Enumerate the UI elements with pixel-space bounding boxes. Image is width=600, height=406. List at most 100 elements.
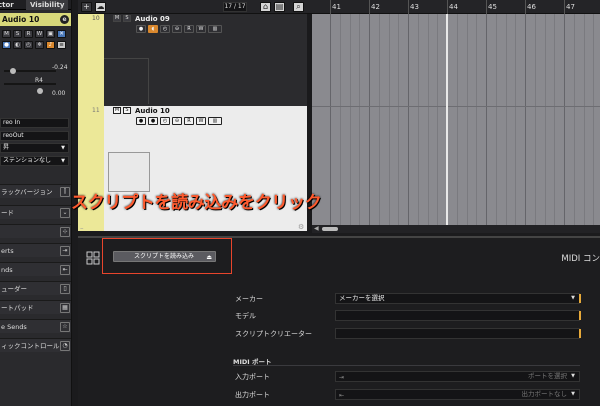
write-button[interactable]: W bbox=[196, 25, 206, 33]
track-separator bbox=[312, 106, 600, 107]
track-number: 11 bbox=[92, 107, 100, 114]
input-routing[interactable]: reo In bbox=[0, 118, 69, 128]
grid-line bbox=[496, 14, 497, 225]
timeline-ruler[interactable]: 41 42 43 44 45 46 47 bbox=[312, 0, 600, 14]
section-label: ード bbox=[1, 209, 14, 217]
section-quick-controls[interactable]: ィックコントロール ◔ bbox=[0, 338, 71, 352]
edit-instrument-button[interactable]: e bbox=[60, 15, 69, 24]
extension-select[interactable]: ステンションなし ▼ bbox=[0, 156, 69, 166]
volume-knob[interactable] bbox=[10, 68, 16, 74]
model-field[interactable] bbox=[335, 310, 581, 321]
write-button[interactable]: W bbox=[35, 30, 44, 38]
home-icon[interactable]: ⌂ bbox=[260, 2, 271, 12]
delay-knob[interactable] bbox=[37, 88, 43, 94]
track-name[interactable]: Audio 10 bbox=[135, 107, 170, 115]
lanes-icon[interactable]: ⊖ bbox=[172, 117, 182, 125]
monitor-icon[interactable]: ● bbox=[148, 117, 158, 125]
read-button[interactable]: R bbox=[184, 25, 194, 33]
mute-button[interactable]: M bbox=[113, 15, 121, 22]
ruler-tick bbox=[369, 0, 370, 14]
section-fader[interactable]: ューダー ▯ bbox=[0, 281, 71, 295]
project-cursor[interactable] bbox=[446, 14, 448, 225]
chevron-left-icon[interactable]: ◀ bbox=[314, 225, 319, 232]
minus-icon[interactable]: – bbox=[80, 224, 84, 232]
monitor-icon[interactable]: ◖ bbox=[148, 25, 158, 33]
solo-button[interactable]: S bbox=[13, 30, 22, 38]
record-enable-icon[interactable]: ● bbox=[136, 25, 146, 33]
bypass-icon[interactable]: ▣ bbox=[46, 30, 55, 38]
ruler-bar-label: 47 bbox=[566, 3, 575, 11]
record-enable-icon[interactable]: ● bbox=[136, 117, 146, 125]
field-marker bbox=[579, 329, 581, 338]
field-label: メーカー bbox=[235, 295, 263, 303]
track-name[interactable]: Audio 09 bbox=[135, 15, 170, 23]
read-button[interactable]: R bbox=[184, 117, 194, 125]
grid-line bbox=[574, 14, 575, 225]
ruler-bar-label: 42 bbox=[371, 3, 380, 11]
lanes-icon[interactable]: ≡ bbox=[57, 41, 66, 49]
grid-line bbox=[379, 14, 380, 225]
scrollbar-thumb[interactable] bbox=[322, 227, 338, 231]
output-port-select[interactable]: ⇤ 出力ポートなし ▼ bbox=[335, 389, 580, 400]
instruction-annotation: スクリプトを読み込みをクリック bbox=[71, 193, 322, 213]
close-icon[interactable]: ✕ bbox=[57, 30, 66, 38]
section-label: ィックコントロール bbox=[1, 342, 60, 350]
search-icon[interactable]: ⌕ bbox=[293, 2, 304, 12]
read-button[interactable]: R bbox=[24, 30, 33, 38]
add-track-button[interactable]: + bbox=[81, 2, 92, 12]
load-script-button[interactable]: スクリプトを読み込み ⏏ bbox=[113, 251, 216, 262]
chevron-down-icon: ▼ bbox=[571, 391, 575, 397]
mute-button[interactable]: M bbox=[2, 30, 11, 38]
section-track-versions[interactable]: ラックバージョン ⫿ bbox=[0, 184, 71, 198]
output-routing[interactable]: reoOut bbox=[0, 131, 69, 141]
grid-line bbox=[545, 14, 546, 225]
monitor-icon[interactable]: ◐ bbox=[13, 41, 22, 49]
horizontal-scrollbar[interactable] bbox=[312, 225, 600, 233]
section-cue-sends[interactable]: e Sends ☆ bbox=[0, 319, 71, 333]
timebase-icon[interactable]: ◴ bbox=[160, 25, 170, 33]
edit-channel-icon[interactable]: ▥ bbox=[208, 25, 222, 33]
edit-channel-icon[interactable]: ▥ bbox=[208, 117, 222, 125]
inspector-track-name[interactable]: Audio 10 e bbox=[0, 13, 71, 26]
section-chords[interactable]: ード ⌄ bbox=[0, 205, 71, 219]
record-enable-icon[interactable]: ● bbox=[2, 41, 11, 49]
mute-button[interactable]: M bbox=[113, 107, 121, 114]
section-sends[interactable]: nds ⇤ bbox=[0, 262, 71, 276]
script-creator-field[interactable] bbox=[335, 328, 581, 339]
pan-slider[interactable] bbox=[4, 83, 56, 85]
pitch-mode-value: 昇 bbox=[3, 144, 10, 151]
solo-button[interactable]: S bbox=[123, 15, 131, 22]
lock-icon[interactable]: ♪ bbox=[46, 41, 55, 49]
solo-button[interactable]: S bbox=[123, 107, 131, 114]
lanes-icon[interactable]: ⊖ bbox=[172, 25, 182, 33]
section-note-pad[interactable]: ートパッド ▦ bbox=[0, 300, 71, 314]
arrange-grid[interactable] bbox=[312, 14, 600, 225]
pitch-mode-select[interactable]: 昇 ▼ bbox=[0, 143, 69, 153]
grid-view-icon[interactable]: ▤ bbox=[274, 2, 285, 12]
section-inserts[interactable]: erts ⇥ bbox=[0, 243, 71, 257]
upload-icon: ⏏ bbox=[206, 254, 212, 261]
sends-icon: ⇤ bbox=[60, 265, 70, 275]
section-label: ューダー bbox=[1, 285, 27, 293]
input-port-select[interactable]: ⇥ ポートを選択 ▼ bbox=[335, 371, 580, 382]
grid-line bbox=[525, 14, 526, 225]
section-extra[interactable]: ⊹ bbox=[0, 224, 71, 238]
freeze-icon[interactable]: ❄ bbox=[35, 41, 44, 49]
grid-icon[interactable] bbox=[86, 251, 100, 265]
grid-line bbox=[584, 14, 585, 225]
delay-value: 0.00 bbox=[52, 90, 66, 97]
manufacturer-select[interactable]: メーカーを選択 ▼ bbox=[335, 293, 581, 304]
timebase-icon[interactable]: ◴ bbox=[160, 117, 170, 125]
track-row[interactable]: 10 M S Audio 09 ● ◖ ◴ ⊖ R W ▥ bbox=[78, 14, 307, 106]
timebase-icon[interactable]: ◴ bbox=[24, 41, 33, 49]
tab-visibility[interactable]: Visibility bbox=[26, 0, 69, 10]
tab-inspector[interactable]: ctor bbox=[0, 0, 14, 10]
cloud-icon[interactable]: ☁ bbox=[95, 2, 106, 12]
chevron-down-icon: ▼ bbox=[61, 158, 65, 164]
track-lane-area bbox=[104, 58, 149, 104]
write-button[interactable]: W bbox=[196, 117, 206, 125]
divider bbox=[233, 365, 580, 366]
output-port-icon: ⇤ bbox=[339, 392, 345, 399]
gear-icon[interactable]: ⚙ bbox=[298, 223, 304, 231]
load-script-label: スクリプトを読み込み bbox=[134, 253, 195, 260]
